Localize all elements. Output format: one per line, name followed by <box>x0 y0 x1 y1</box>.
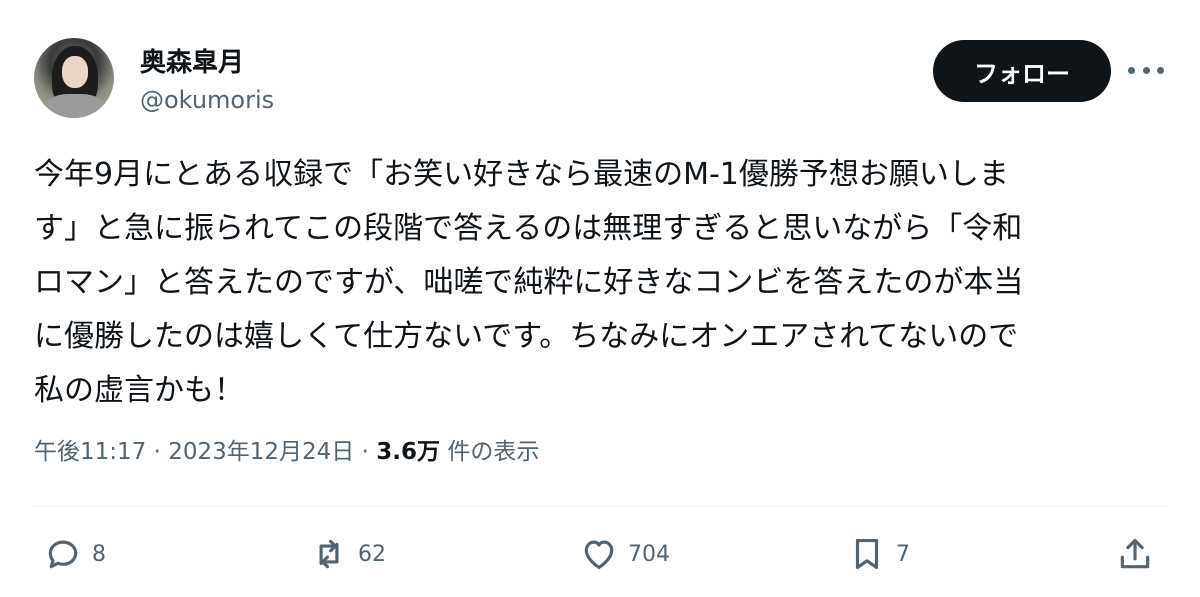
repost-icon <box>319 539 339 569</box>
views-count: 3.6万 <box>376 439 440 465</box>
heart-icon <box>584 540 614 570</box>
avatar[interactable] <box>34 38 114 118</box>
display-name[interactable]: 奥森皐月 <box>140 42 244 79</box>
more-icon[interactable] <box>1128 58 1164 82</box>
follow-button[interactable]: フォロー <box>933 40 1111 102</box>
share-button[interactable] <box>1116 532 1154 576</box>
reply-icon <box>48 540 78 569</box>
tweet-line: 私の虚言かも！ <box>34 373 244 408</box>
user-handle[interactable]: @okumoris <box>140 86 274 114</box>
repost-button[interactable]: 62 <box>310 532 386 576</box>
more-dot <box>1128 66 1135 74</box>
bookmark-icon <box>855 538 879 570</box>
tweet-line: す」と急に振られてこの段階で答えるのは無理すぎると思いながら「令和 <box>34 211 1023 246</box>
bookmark-button[interactable]: 7 <box>848 532 910 576</box>
tweet-time[interactable]: 午後11:17 <box>34 439 146 465</box>
like-count: 704 <box>628 541 670 567</box>
reply-count: 8 <box>92 541 106 567</box>
more-dot <box>1157 66 1164 74</box>
tweet-date[interactable]: 2023年12月24日 <box>168 439 354 465</box>
tweet-line: ロマン」と答えたのですが、咄嗟で純粋に好きなコンビを答えたのが本当 <box>34 265 1024 300</box>
meta-separator: · <box>153 439 161 465</box>
like-button[interactable]: 704 <box>580 532 670 576</box>
avatar-face <box>62 56 88 88</box>
divider <box>34 506 1166 507</box>
more-dot <box>1142 66 1150 74</box>
share-icon <box>1120 538 1150 569</box>
bookmark-count: 7 <box>896 541 910 567</box>
avatar-body <box>42 94 108 118</box>
repost-count: 62 <box>358 541 386 567</box>
tweet-meta: 午後11:17 · 2023年12月24日 · 3.6万 件の表示 <box>34 432 539 466</box>
tweet-text: 今年9月にとある収録で「お笑い好きなら最速のM-1優勝予想お願いしま す」と急に… <box>34 148 1174 418</box>
meta-separator: · <box>361 439 369 465</box>
views-label: 件の表示 <box>447 439 540 465</box>
reply-button[interactable]: 8 <box>44 532 106 576</box>
tweet-line: 今年9月にとある収録で「お笑い好きなら最速のM-1優勝予想お願いしま <box>34 157 1009 192</box>
tweet-line: に優勝したのは嬉しくて仕方ないです。ちなみにオンエアされてないので <box>34 319 1019 354</box>
